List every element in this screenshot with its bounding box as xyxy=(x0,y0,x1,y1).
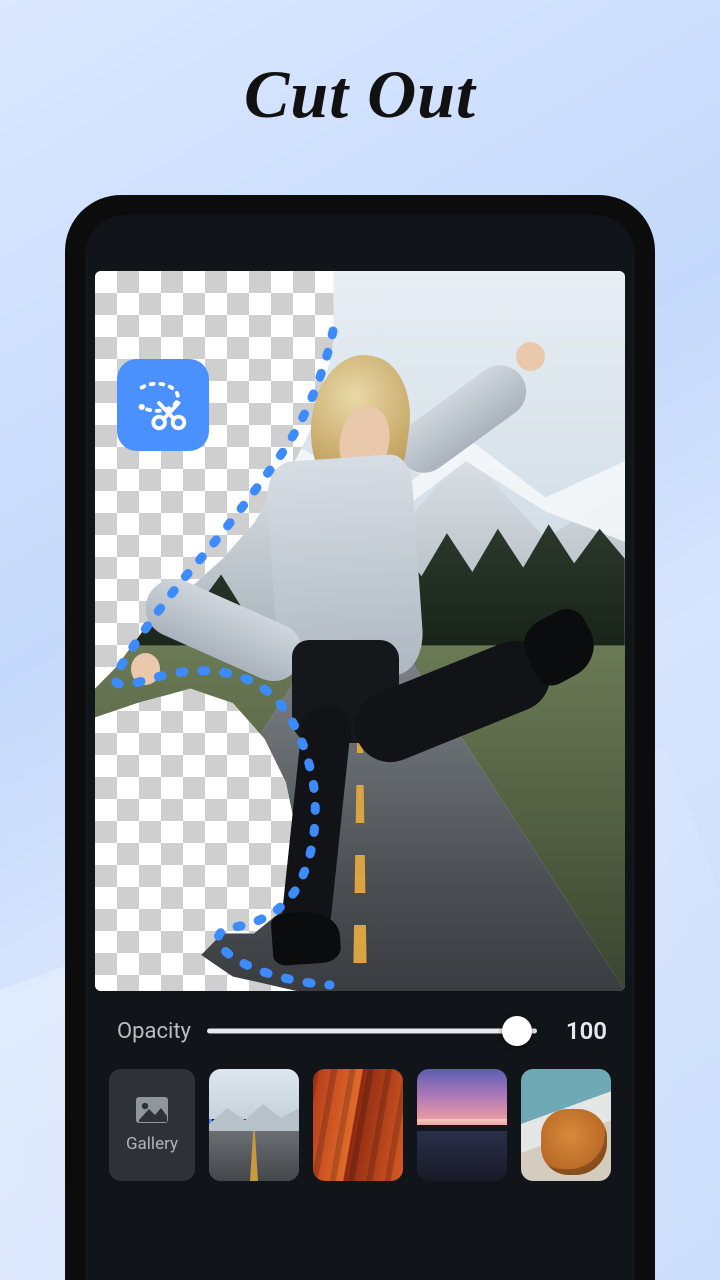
slider-thumb[interactable] xyxy=(502,1016,532,1046)
opacity-slider[interactable] xyxy=(207,1017,537,1045)
statusbar xyxy=(95,227,625,271)
background-thumb-sunset[interactable] xyxy=(417,1069,507,1181)
page-title: Cut Out xyxy=(0,0,720,134)
slider-track xyxy=(207,1029,537,1034)
opacity-label: Opacity xyxy=(117,1019,191,1044)
app-screen: Opacity 100 Gallery xyxy=(85,215,635,1280)
background-thumbnails-row: Gallery xyxy=(95,1063,625,1181)
cutout-tool-button[interactable] xyxy=(117,359,209,451)
editor-canvas[interactable] xyxy=(95,271,625,991)
background-thumb-tiger[interactable] xyxy=(521,1069,611,1181)
gallery-label: Gallery xyxy=(126,1134,178,1154)
image-icon xyxy=(135,1096,169,1124)
gallery-button[interactable]: Gallery xyxy=(109,1069,195,1181)
phone-frame: Opacity 100 Gallery xyxy=(65,195,655,1280)
lasso-scissors-icon xyxy=(132,374,194,436)
background-thumb-canyon[interactable] xyxy=(313,1069,403,1181)
background-thumb-road[interactable] xyxy=(209,1069,299,1181)
opacity-control-row: Opacity 100 xyxy=(95,991,625,1063)
opacity-value: 100 xyxy=(553,1017,607,1045)
